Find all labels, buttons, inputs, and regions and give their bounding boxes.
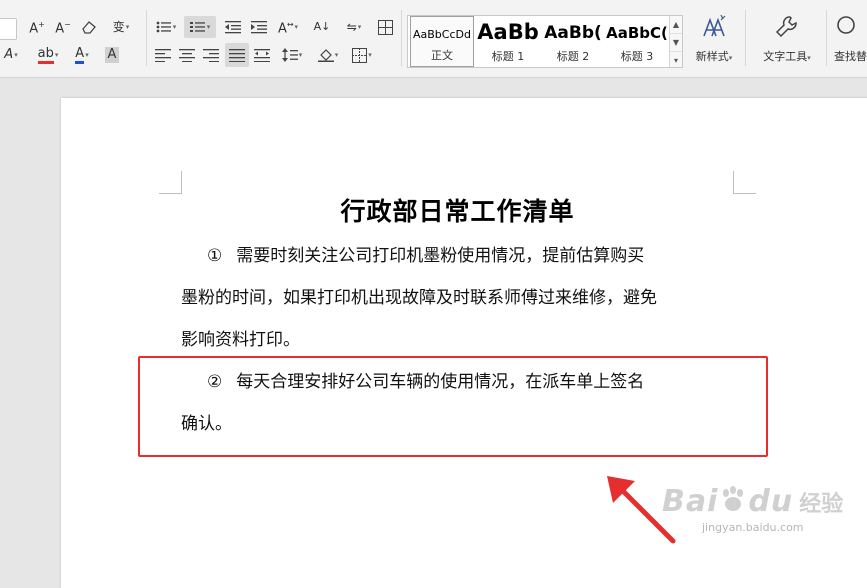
styles-gallery: AaBbCcDd 正文 AaBb 标题 1 AaBb( 标题 2 AaBbC( … [407, 15, 683, 68]
paint-bucket-icon [317, 49, 334, 62]
paw-icon [723, 486, 744, 511]
expand-gallery-icon[interactable]: ▾ [670, 52, 682, 69]
text-line-content: 需要时刻关注公司打印机墨粉使用情况，提前估算购买 [236, 246, 645, 266]
scroll-up-icon[interactable]: ▲ [670, 16, 682, 34]
line-spacing-button[interactable]: ▾ [277, 45, 307, 65]
table-grid-button[interactable] [375, 17, 395, 37]
borders-button[interactable]: ▾ [348, 45, 376, 65]
ribbon-toolbar: A+ A− 变 ▾ A ▾ ab ▾ A ▾ A ▾ ▾ A↔ ▾ A↓ ⇋ ▾… [0, 0, 867, 78]
sort-button[interactable]: A↓ [312, 17, 332, 37]
watermark-brand-suffix: du [748, 484, 794, 519]
text-line: ① 需要时刻关注公司打印机墨粉使用情况，提前估算购买 [181, 235, 737, 277]
watermark-cn: 经验 [799, 492, 844, 517]
align-left-icon [155, 49, 171, 62]
char-shading-icon: A [104, 47, 120, 63]
separator [401, 10, 402, 66]
style-sample: AaBbCcDd [413, 28, 471, 41]
sort-icon: A↓ [313, 20, 331, 33]
align-right-icon [203, 49, 219, 62]
new-style-label: 新样式 [695, 50, 729, 63]
style-normal[interactable]: AaBbCcDd 正文 [410, 16, 474, 67]
bullet-list-icon [156, 21, 171, 33]
style-sample: AaBb [477, 20, 539, 44]
style-caption: 标题 2 [556, 50, 590, 63]
numbered-list-icon [189, 22, 205, 32]
bullet-list-button[interactable]: ▾ [153, 17, 179, 37]
numbered-list-button[interactable]: ▾ [184, 16, 216, 38]
char-shading-button[interactable]: A [102, 45, 122, 65]
style-sample: AaBbC( [606, 24, 668, 42]
phonetic-guide-button[interactable]: 变 ▾ [106, 17, 136, 37]
highlight-color-button[interactable]: ab ▾ [33, 45, 63, 65]
shrink-font-icon: A− [55, 19, 71, 37]
document-title[interactable]: 行政部日常工作清单 [181, 192, 734, 228]
style-caption: 标题 3 [620, 50, 654, 63]
separator [826, 10, 827, 66]
style-caption: 标题 1 [491, 50, 525, 63]
shrink-font-button[interactable]: A− [53, 17, 73, 37]
justify-icon [229, 49, 245, 62]
outdent-icon [225, 21, 241, 34]
paragraph-1[interactable]: ① 需要时刻关注公司打印机墨粉使用情况，提前估算购买 墨粉的时间，如果打印机出现故… [181, 235, 737, 361]
style-caption: 正文 [431, 49, 453, 62]
distribute-button[interactable] [252, 45, 272, 65]
font-size-field[interactable] [0, 18, 17, 40]
borders-icon [352, 47, 368, 63]
baidu-watermark: Bai du 经验 jingyan.baidu.com [662, 484, 862, 574]
separator [745, 10, 746, 66]
find-replace-label: 查找替 [834, 50, 867, 63]
align-left-button[interactable] [153, 45, 173, 65]
line-spacing-icon [281, 48, 298, 62]
grid-icon [377, 19, 393, 35]
text-tools-label: 文字工具 [763, 50, 808, 63]
gallery-scroller: ▲ ▼ ▾ [669, 16, 682, 67]
text-line: 影响资料打印。 [181, 330, 300, 350]
watermark-url: jingyan.baidu.com [702, 521, 804, 534]
watermark-brand: Bai [662, 484, 719, 519]
search-icon [837, 16, 855, 34]
align-center-button[interactable] [177, 45, 197, 65]
para-marks-icon: ⇋ [346, 20, 357, 34]
style-heading-2[interactable]: AaBb( 标题 2 [542, 16, 604, 67]
justify-button[interactable] [225, 43, 249, 67]
new-style-button[interactable]: 新样式▾ [688, 14, 740, 64]
wrench-icon [775, 16, 797, 38]
text-line: 墨粉的时间，如果打印机出现故障及时联系师傅过来维修，避免 [181, 288, 657, 308]
separator [146, 10, 147, 66]
distribute-icon [254, 49, 270, 62]
show-marks-button[interactable]: ⇋ ▾ [340, 17, 368, 37]
find-replace-button[interactable]: 查找替 [834, 14, 867, 64]
grow-font-icon: A+ [29, 19, 45, 37]
text-tools-button[interactable]: 文字工具▾ [756, 14, 818, 64]
char-scale-icon: A↔ [277, 19, 294, 37]
eraser-icon [82, 21, 96, 34]
clear-format-button[interactable] [79, 17, 99, 37]
annotation-highlight-box [138, 356, 768, 457]
new-style-icon [703, 14, 726, 37]
text-effect-icon: A [4, 47, 14, 62]
scroll-down-icon[interactable]: ▼ [670, 34, 682, 52]
align-right-button[interactable] [201, 45, 221, 65]
style-sample: AaBb( [544, 23, 602, 43]
font-color-button[interactable]: A ▾ [68, 45, 96, 65]
style-heading-1[interactable]: AaBb 标题 1 [476, 16, 540, 67]
phonetic-icon: 变 [112, 20, 125, 34]
shading-button[interactable]: ▾ [314, 45, 342, 65]
decrease-indent-button[interactable] [223, 17, 243, 37]
font-color-icon: A [75, 46, 85, 64]
increase-indent-button[interactable] [249, 17, 269, 37]
style-heading-3[interactable]: AaBbC( 标题 3 [606, 16, 668, 67]
grow-font-button[interactable]: A+ [27, 17, 47, 37]
align-center-icon [179, 49, 195, 62]
list-number: ① [207, 246, 223, 266]
char-scale-button[interactable]: A↔ ▾ [274, 17, 302, 37]
highlight-icon: ab [37, 46, 54, 64]
margin-corner-top-right [733, 171, 756, 194]
margin-corner-top-left [159, 171, 182, 194]
indent-icon [251, 21, 267, 34]
text-effect-button[interactable]: A ▾ [0, 45, 22, 65]
